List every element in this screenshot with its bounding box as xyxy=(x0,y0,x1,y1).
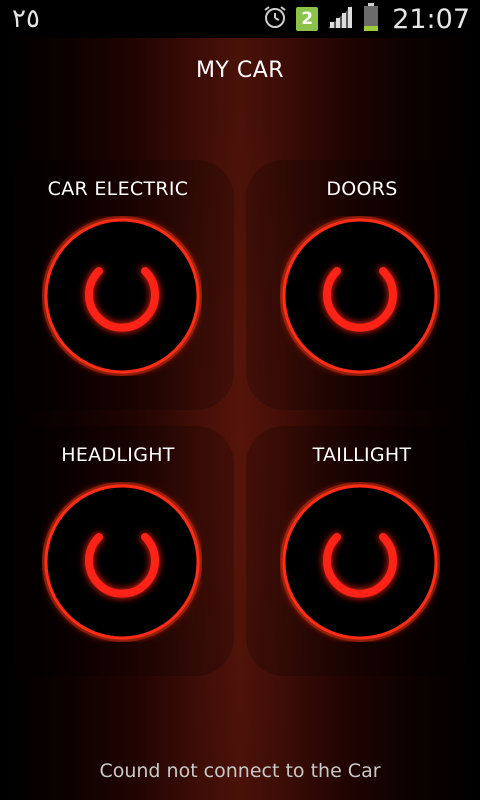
doors-power-button[interactable] xyxy=(280,216,440,376)
power-icon xyxy=(42,482,202,642)
control-label-doors: DOORS xyxy=(326,178,398,200)
car-electric-power-button[interactable] xyxy=(42,216,202,376)
page-title: MY CAR xyxy=(195,58,285,83)
control-label-headlight: HEADLIGHT xyxy=(61,444,175,466)
status-left-text: ٢٥ xyxy=(12,4,40,34)
status-icons: 2 21:07 xyxy=(254,0,470,38)
power-icon xyxy=(280,482,440,642)
app-screen: ٢٥ 2 21:07 MY CAR CAR ELECTRIC DOORS HEA… xyxy=(0,0,480,800)
battery-icon xyxy=(362,2,380,36)
control-label-taillight: TAILLIGHT xyxy=(312,444,412,466)
control-panel-doors: DOORS xyxy=(246,160,478,410)
control-panel-headlight: HEADLIGHT xyxy=(2,426,234,676)
taillight-power-button[interactable] xyxy=(280,482,440,642)
alarm-icon xyxy=(262,4,288,34)
control-panel-car-electric: CAR ELECTRIC xyxy=(2,160,234,410)
status-bar: ٢٥ 2 21:07 xyxy=(0,0,480,38)
connection-status-message: Cound not connect to the Car xyxy=(99,760,381,782)
notification-badge: 2 xyxy=(296,7,319,31)
headlight-power-button[interactable] xyxy=(42,482,202,642)
signal-strength-icon xyxy=(326,4,354,34)
status-time: 21:07 xyxy=(392,3,470,35)
control-label-car-electric: CAR ELECTRIC xyxy=(47,178,189,200)
control-panel-taillight: TAILLIGHT xyxy=(246,426,478,676)
power-icon xyxy=(280,216,440,376)
power-icon xyxy=(42,216,202,376)
